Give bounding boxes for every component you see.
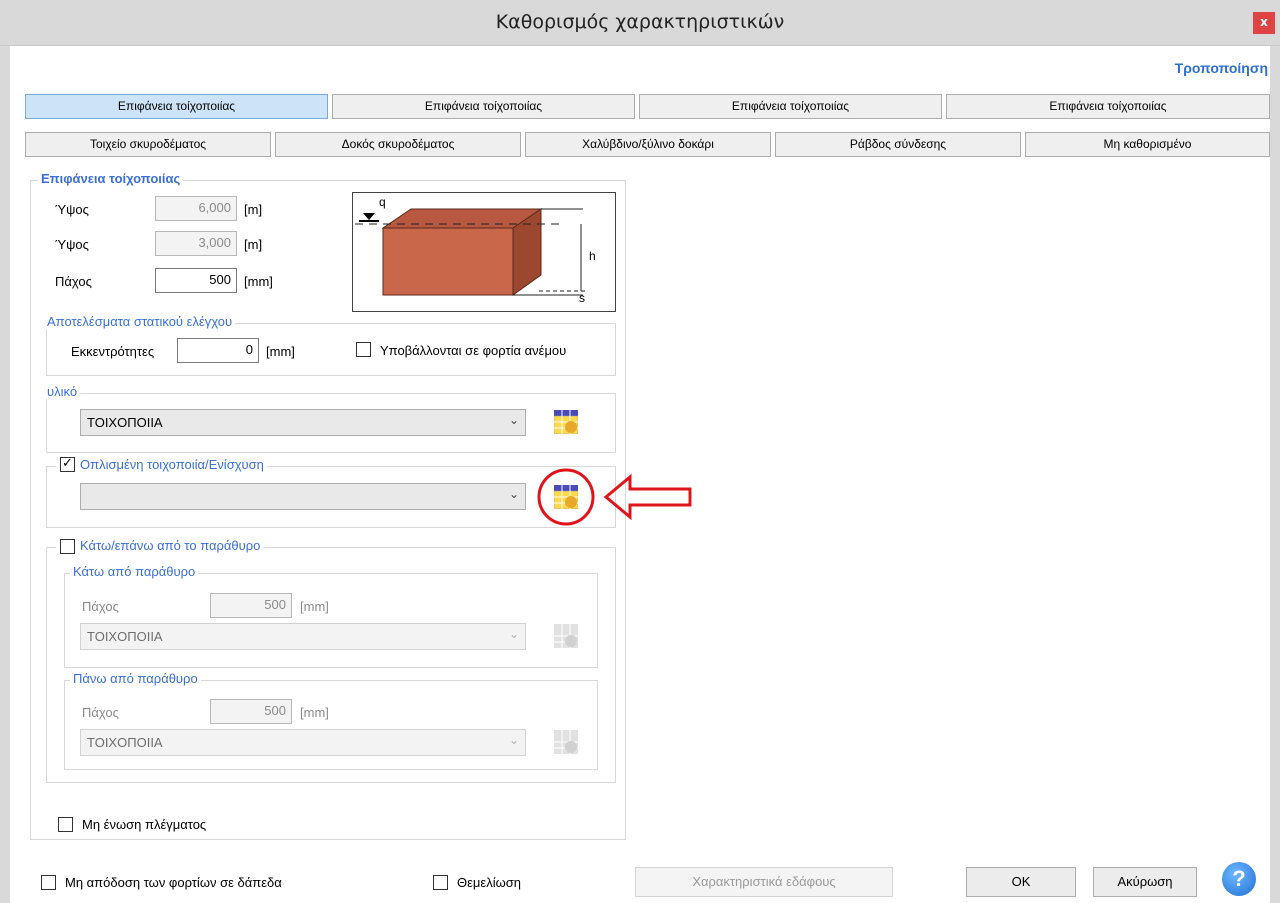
tab-concrete-wall[interactable]: Τοιχείο σκυροδέματος — [25, 132, 271, 157]
height-2-field[interactable]: 3,000 — [155, 231, 237, 256]
wall-diagram-svg — [355, 208, 585, 296]
above-thickness-unit: [mm] — [300, 705, 329, 720]
window-section-legend: Κάτω/επάνω από το παράθυρο — [56, 538, 264, 553]
no-load-transfer-checkbox[interactable] — [41, 875, 56, 890]
window-title: Καθορισμός χαρακτηριστικών — [495, 11, 785, 33]
below-material-database-icon[interactable] — [554, 624, 578, 648]
chevron-down-icon: ⌄ — [508, 627, 519, 641]
window-frame-right — [1270, 46, 1280, 903]
below-window-legend: Κάτω από παράθυρο — [70, 564, 199, 579]
surface-legend: Επιφάνεια τοίχοποιίας — [38, 171, 184, 186]
eccentricity-label: Εκκεντρότητες — [71, 344, 155, 359]
diagram-q-label: q — [379, 195, 386, 209]
below-thickness-unit: [mm] — [300, 599, 329, 614]
material-legend: υλικό — [44, 384, 81, 399]
chevron-down-icon: ⌄ — [508, 733, 519, 747]
material-database-icon[interactable] — [553, 410, 579, 435]
above-thickness-label: Πάχος — [82, 705, 119, 720]
tab-masonry-surface-1[interactable]: Επιφάνεια τοίχοποιίας — [25, 94, 328, 119]
height-2-unit: [m] — [244, 237, 263, 252]
tab-concrete-beam[interactable]: Δοκός σκυροδέματος — [275, 132, 521, 157]
thickness-label: Πάχος — [55, 274, 92, 289]
soil-properties-button[interactable]: Χαρακτηριστικά εδάφους — [635, 867, 893, 897]
diagram-s-label: s — [579, 291, 585, 305]
below-material-value: ΤΟΙΧΟΠΟΙΙΑ — [87, 629, 163, 644]
thickness-unit: [mm] — [244, 274, 273, 289]
tab-steel-timber-beam[interactable]: Χαλύβδινο/ξύλινο δοκάρι — [525, 132, 771, 157]
modify-label: Τροποποίηση — [1174, 60, 1268, 76]
reinforced-legend: Οπλισμένη τοιχοποιία/Ενίσχυση — [56, 457, 267, 472]
mesh-label: Μη ένωση πλέγματος — [82, 817, 207, 832]
above-window-legend: Πάνω από παράθυρο — [70, 671, 201, 686]
foundation-checkbox[interactable] — [433, 875, 448, 890]
tab-masonry-surface-4[interactable]: Επιφάνεια τοίχοποιίας — [946, 94, 1270, 119]
cancel-button[interactable]: Ακύρωση — [1093, 867, 1197, 897]
height-1-field[interactable]: 6,000 — [155, 196, 237, 221]
wind-load-label: Υποβάλλονται σε φορτία ανέμου — [380, 343, 567, 358]
height-1-label: Ύψος — [55, 202, 89, 217]
help-icon[interactable]: ? — [1222, 862, 1256, 896]
above-thickness-field[interactable]: 500 — [210, 699, 292, 724]
material-select[interactable]: ΤΟΙΧΟΠΟΙΙΑ ⌄ — [80, 409, 526, 436]
below-thickness-field[interactable]: 500 — [210, 593, 292, 618]
below-material-select[interactable]: ΤΟΙΧΟΠΟΙΙΑ ⌄ — [80, 623, 526, 650]
foundation-label: Θεμελίωση — [457, 875, 521, 890]
material-select-value: ΤΟΙΧΟΠΟΙΙΑ — [87, 415, 163, 430]
wind-load-checkbox[interactable] — [356, 342, 371, 357]
chevron-down-icon: ⌄ — [508, 487, 519, 501]
close-button[interactable]: x — [1253, 12, 1275, 34]
tab-undefined[interactable]: Μη καθορισμένο — [1025, 132, 1270, 157]
wall-diagram: q h s — [352, 192, 616, 312]
window-section-checkbox[interactable] — [60, 539, 75, 554]
above-material-select[interactable]: ΤΟΙΧΟΠΟΙΙΑ ⌄ — [80, 729, 526, 756]
above-material-value: ΤΟΙΧΟΠΟΙΙΑ — [87, 735, 163, 750]
tab-masonry-surface-3[interactable]: Επιφάνεια τοίχοποιίας — [639, 94, 942, 119]
annotation-highlight — [537, 468, 692, 526]
tab-link-bar[interactable]: Ράβδος σύνδεσης — [775, 132, 1021, 157]
eccentricity-field[interactable]: 0 — [177, 338, 259, 363]
static-results-legend: Αποτελέσματα στατικού ελέγχου — [44, 314, 236, 329]
above-window-group — [64, 680, 598, 770]
thickness-field[interactable]: 500 — [155, 268, 237, 293]
tab-masonry-surface-2[interactable]: Επιφάνεια τοίχοποιίας — [332, 94, 635, 119]
reinforced-checkbox[interactable]: ✓ — [60, 457, 75, 472]
height-1-unit: [m] — [244, 202, 263, 217]
below-window-group — [64, 573, 598, 668]
chevron-down-icon: ⌄ — [508, 413, 519, 427]
eccentricity-unit: [mm] — [266, 344, 295, 359]
reinforced-select[interactable]: ⌄ — [80, 483, 526, 510]
window-frame-left — [0, 46, 10, 903]
height-2-label: Ύψος — [55, 237, 89, 252]
ok-button[interactable]: OK — [966, 867, 1076, 897]
diagram-h-label: h — [589, 249, 596, 263]
below-thickness-label: Πάχος — [82, 599, 119, 614]
title-bar: Καθορισμός χαρακτηριστικών x — [0, 0, 1280, 46]
no-load-transfer-label: Μη απόδοση των φορτίων σε δάπεδα — [65, 875, 282, 890]
mesh-checkbox[interactable] — [58, 817, 73, 832]
above-material-database-icon[interactable] — [554, 730, 578, 754]
